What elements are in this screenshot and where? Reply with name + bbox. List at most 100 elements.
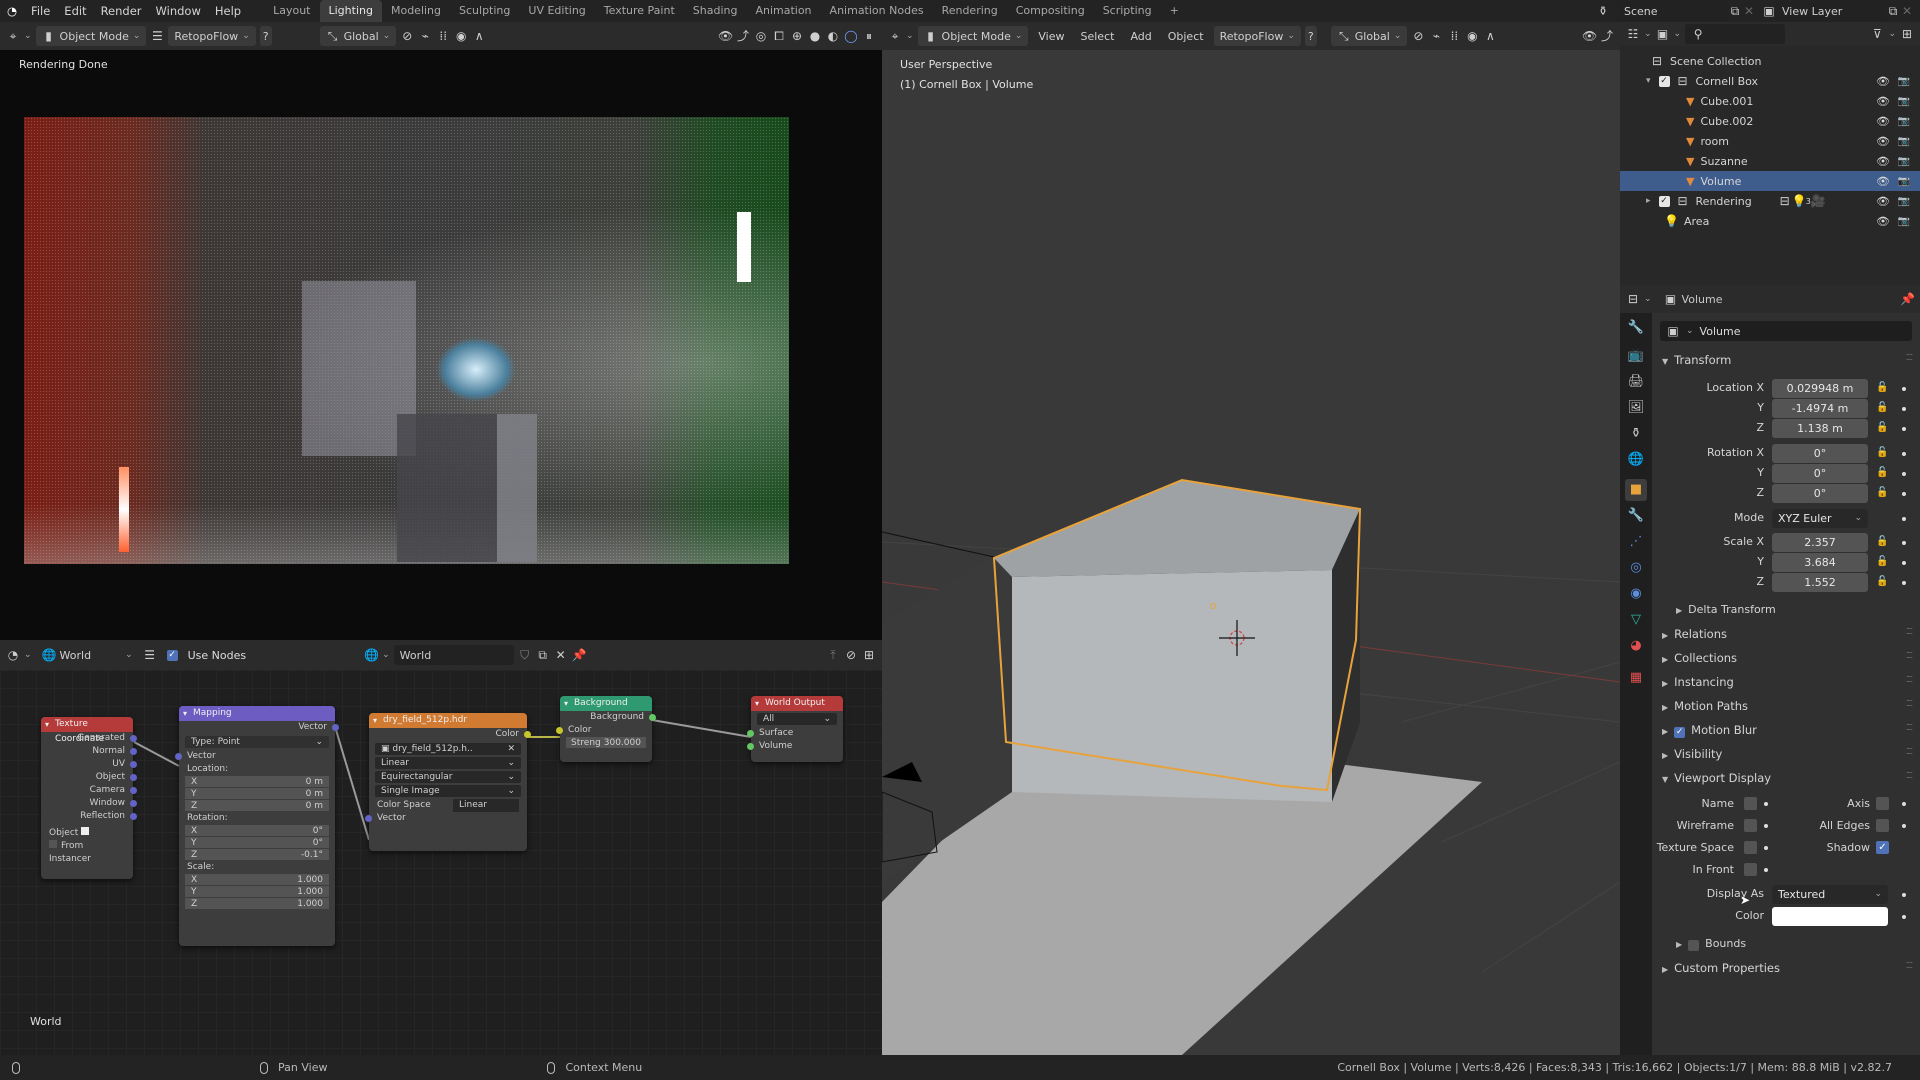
keyframe-dot[interactable] — [1902, 561, 1906, 565]
bounds-checkbox[interactable]: ✓ — [1688, 940, 1700, 951]
tab-lighting[interactable]: Lighting — [319, 0, 382, 22]
display-as-select[interactable]: Textured ⌄ — [1772, 885, 1888, 904]
socket-window[interactable]: Window — [41, 797, 137, 810]
location-x-field[interactable]: X0 m — [185, 776, 329, 788]
add-workspace-button[interactable]: + — [1161, 0, 1188, 22]
menu-help[interactable]: Help — [208, 4, 248, 18]
keyframe-dot[interactable] — [1902, 824, 1906, 828]
display-mode-icon[interactable]: ☷ — [1626, 27, 1640, 41]
keyframe-dot[interactable] — [1902, 452, 1906, 456]
viewport-color-swatch[interactable] — [1772, 907, 1888, 926]
pivot-icon[interactable]: ⊘ — [400, 29, 414, 43]
new-scene-icon[interactable]: ⧉ — [1728, 4, 1742, 18]
tab-texture[interactable]: ▦ — [1625, 667, 1647, 689]
rotation-y-field[interactable]: 0° — [1772, 464, 1868, 483]
socket-vector-out[interactable]: Vector — [179, 721, 339, 734]
keyframe-dot[interactable] — [1902, 387, 1906, 391]
tab-modeling[interactable]: Modeling — [382, 0, 450, 22]
rotation-mode-select[interactable]: XYZ Euler ⌄ — [1772, 509, 1868, 528]
strength-field[interactable]: Streng 300.000 — [566, 737, 646, 749]
drag-handle-icon[interactable]: ⁚⁚⁚⁚ — [1906, 961, 1913, 970]
scale-z-field[interactable]: 1.552 — [1772, 573, 1868, 592]
proportional-edit-icon[interactable]: ◉ — [454, 29, 468, 43]
object-field[interactable]: Object — [41, 827, 133, 840]
section-transform[interactable]: ▼ Transform — [1662, 353, 1731, 367]
filter-icon[interactable]: ⊽ — [1870, 27, 1884, 41]
scale-x-field[interactable]: 2.357 — [1772, 533, 1868, 552]
socket-background-out[interactable]: Background — [560, 711, 656, 724]
viewport-help-button[interactable]: ? — [1304, 26, 1317, 46]
outliner-item-volume[interactable]: ▼ Volume 👁 📷 — [1620, 171, 1920, 191]
keyframe-dot[interactable] — [1902, 893, 1906, 897]
projection-select[interactable]: Equirectangular ⌄ — [375, 771, 521, 783]
outliner-search[interactable]: ⚲ — [1685, 24, 1786, 44]
proportional-edit-icon[interactable]: ◉ — [1465, 29, 1479, 43]
section-delta-transform[interactable]: ▶ Delta Transform — [1676, 603, 1776, 616]
eye-icon[interactable]: 👁 — [1876, 115, 1890, 128]
location-y-field[interactable]: Y0 m — [185, 788, 329, 800]
editor-type-icon[interactable]: ⌖ — [888, 29, 902, 43]
visibility-icon[interactable]: 👁 — [718, 29, 733, 43]
socket-normal[interactable]: Normal — [41, 745, 137, 758]
tab-animation[interactable]: Animation — [746, 0, 820, 22]
keyframe-dot[interactable] — [1902, 517, 1906, 521]
falloff-icon[interactable]: ∧ — [1483, 29, 1497, 43]
camera-render-icon[interactable]: 📷 — [1898, 216, 1910, 227]
eye-icon[interactable]: 👁 — [1876, 175, 1890, 188]
keyframe-dot[interactable] — [1902, 427, 1906, 431]
wireframe-shading-icon[interactable]: ⊕ — [790, 29, 804, 43]
from-instancer-checkbox[interactable]: From Instancer — [41, 840, 133, 864]
menu-window[interactable]: Window — [149, 4, 208, 18]
hamburger-menu-icon[interactable]: ☰ — [150, 29, 164, 43]
orientation-selector[interactable]: ⤡ Global ⌄ — [319, 26, 397, 46]
socket-color-in[interactable]: Color — [556, 724, 652, 737]
scale-y-field[interactable]: Y 1.000 — [185, 886, 329, 898]
drag-handle-icon[interactable]: ⁚⁚⁚⁚ — [1906, 723, 1913, 732]
xray-icon[interactable]: ⧠ — [772, 29, 786, 43]
gizmo-icon[interactable]: ⤴ — [736, 29, 750, 43]
camera-render-icon[interactable]: 📷 — [1898, 116, 1910, 127]
camera-render-icon[interactable]: 📷 — [1898, 76, 1910, 87]
socket-object[interactable]: Object — [41, 771, 137, 784]
tab-modifiers[interactable]: 🔧 — [1625, 505, 1647, 527]
tab-layout[interactable]: Layout — [264, 0, 319, 22]
tab-physics[interactable]: ◎ — [1625, 557, 1647, 579]
fake-user-icon[interactable]: ⛉ — [518, 648, 532, 662]
tab-scene[interactable]: ⚱ — [1625, 423, 1647, 445]
outliner-item-cornell-box[interactable]: ▾ ✓ ⊟ Cornell Box 👁 📷 — [1620, 71, 1920, 91]
camera-render-icon[interactable]: 📷 — [1898, 176, 1910, 187]
interpolation-select[interactable]: Linear ⌄ — [375, 757, 521, 769]
camera-render-icon[interactable]: 📷 — [1898, 136, 1910, 147]
outliner-item-area[interactable]: 💡 Area 👁 📷 — [1620, 211, 1920, 231]
use-nodes-checkbox[interactable]: ✓ — [166, 649, 178, 661]
drag-handle-icon[interactable]: ⁚⁚⁚⁚ — [1906, 771, 1913, 780]
mapping-type-select[interactable]: Type: Point ⌄ — [185, 736, 329, 748]
node-environment-texture[interactable]: dry_field_512p.hdr Color ▣ dry_field_512… — [365, 713, 531, 851]
world-name-field[interactable]: World — [393, 645, 514, 665]
location-z-field[interactable]: Z0 m — [185, 800, 329, 812]
pivot-icon[interactable]: ⊘ — [1411, 29, 1425, 43]
section-motion-blur[interactable]: ▶ ✓ Motion Blur — [1662, 723, 1757, 738]
socket-reflection[interactable]: Reflection — [41, 810, 137, 823]
lock-icon[interactable]: 🔓 — [1876, 556, 1888, 567]
scale-x-field[interactable]: X 1.000 — [185, 874, 329, 886]
keyframe-dot[interactable] — [1764, 802, 1768, 806]
section-instancing[interactable]: ▶ Instancing — [1662, 675, 1734, 689]
drag-handle-icon[interactable]: ⁚⁚⁚⁚ — [1906, 699, 1913, 708]
help-button[interactable]: ? — [259, 26, 272, 46]
camera-render-icon[interactable]: 📷 — [1898, 196, 1910, 207]
tab-uv-editing[interactable]: UV Editing — [519, 0, 594, 22]
snap-node-icon[interactable]: ⊘ — [844, 648, 858, 662]
image-selector[interactable]: ▣ dry_field_512p.h.. ✕ — [375, 743, 521, 755]
tab-object[interactable]: ■ — [1625, 479, 1647, 501]
keyframe-dot[interactable] — [1902, 472, 1906, 476]
tab-compositing[interactable]: Compositing — [1007, 0, 1094, 22]
object-data-icon[interactable]: ▣ — [1666, 324, 1680, 338]
outliner-separator[interactable] — [1620, 242, 1920, 285]
keyframe-dot[interactable] — [1902, 581, 1906, 585]
snap-icon[interactable]: ⌁ — [418, 29, 432, 43]
section-relations[interactable]: ▶ Relations — [1662, 627, 1727, 641]
location-x-field[interactable]: 0.029948 m — [1772, 379, 1868, 398]
menu-add[interactable]: Add — [1124, 26, 1157, 46]
blender-logo-icon[interactable]: ◔ — [0, 4, 24, 18]
